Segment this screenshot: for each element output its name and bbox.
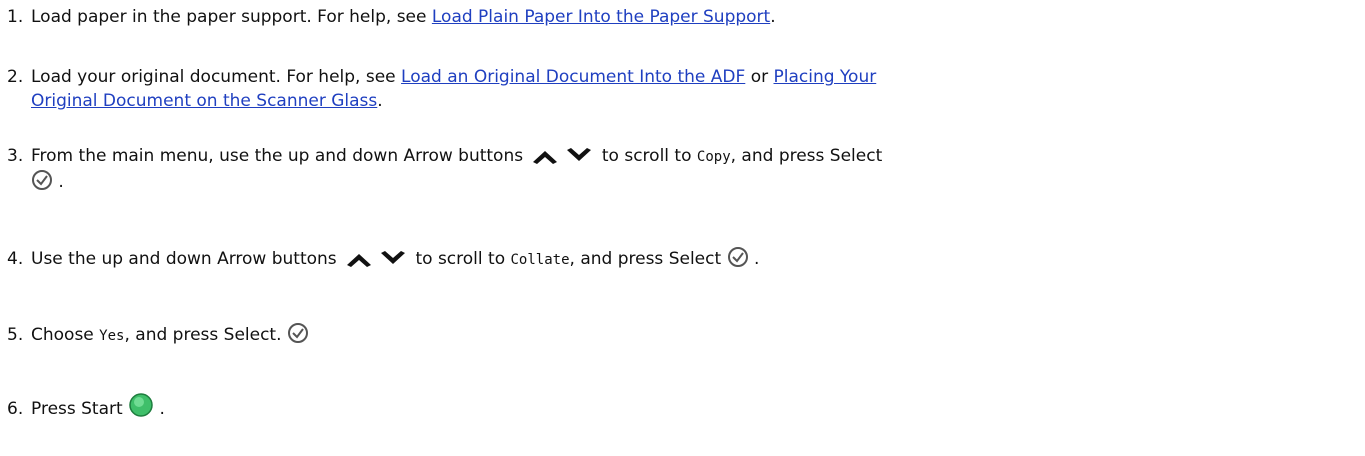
step-text: . [377,91,383,111]
step-text: . [53,172,64,192]
step-text: Choose [31,325,100,345]
step-text: or [745,67,774,87]
step-text: Press Start [31,399,129,419]
select-check-icon [727,246,749,268]
menu-item-code: Copy [696,149,731,165]
start-button-icon [128,392,154,418]
step-text: Use the up and down Arrow buttons [31,249,343,269]
step-number: 2. [7,67,24,87]
step-text: , and press Select. [124,325,287,345]
step-text: , and press Select [730,146,883,166]
down-arrow-icon [378,250,408,268]
link-load-plain-paper[interactable]: Load Plain Paper Into the Paper Support [432,7,770,27]
step-continuation: . [7,169,1347,194]
step-2: 2. Load your original document. For help,… [7,65,1347,113]
link-load-original-adf[interactable]: Load an Original Document Into the ADF [401,67,745,87]
step-number: 1. [7,7,24,27]
step-1: 1. Load paper in the paper support. For h… [7,5,1347,29]
step-number: 5. [7,325,24,345]
step-6: 6. Press Start . [7,392,1347,421]
step-number: 4. [7,249,24,269]
step-text: . [770,7,776,27]
select-check-icon [31,169,53,191]
step-5: 5. Choose Yes, and press Select. [7,322,1347,348]
step-body: Load your original document. For help, s… [31,67,876,87]
down-arrow-icon [564,147,594,165]
link-placing-on-glass[interactable]: Original Document on the Scanner Glass [31,91,377,111]
up-arrow-icon [530,147,560,165]
step-text: Load paper in the paper support. For hel… [31,7,432,27]
menu-item-code: Collate [510,252,570,268]
step-text: , and press Select [569,249,727,269]
step-text: . [154,399,165,419]
step-text: . [748,249,760,269]
step-body: Press Start . [31,393,165,419]
step-number: 3. [7,146,24,166]
step-3: 3. From the main menu, use the up and dow… [7,144,1347,194]
select-check-icon [287,322,309,344]
step-body: Load paper in the paper support. For hel… [31,7,776,27]
step-text: Load your original document. For help, s… [31,67,402,87]
step-body: Choose Yes, and press Select. [31,322,309,345]
step-continuation: Original Document on the Scanner Glass. [7,89,1347,113]
step-body: From the main menu, use the up and down … [31,146,882,166]
link-placing-on-glass[interactable]: Placing Your [774,67,877,87]
step-text: to scroll to [410,249,511,269]
up-arrow-icon [344,250,374,268]
step-number: 6. [7,399,24,419]
step-4: 4. Use the up and down Arrow buttons to s… [7,246,1347,272]
step-text: to scroll to [596,146,697,166]
menu-item-code: Yes [99,328,125,344]
step-text: From the main menu, use the up and down … [31,146,529,166]
step-body: Use the up and down Arrow buttons to scr… [31,246,760,269]
